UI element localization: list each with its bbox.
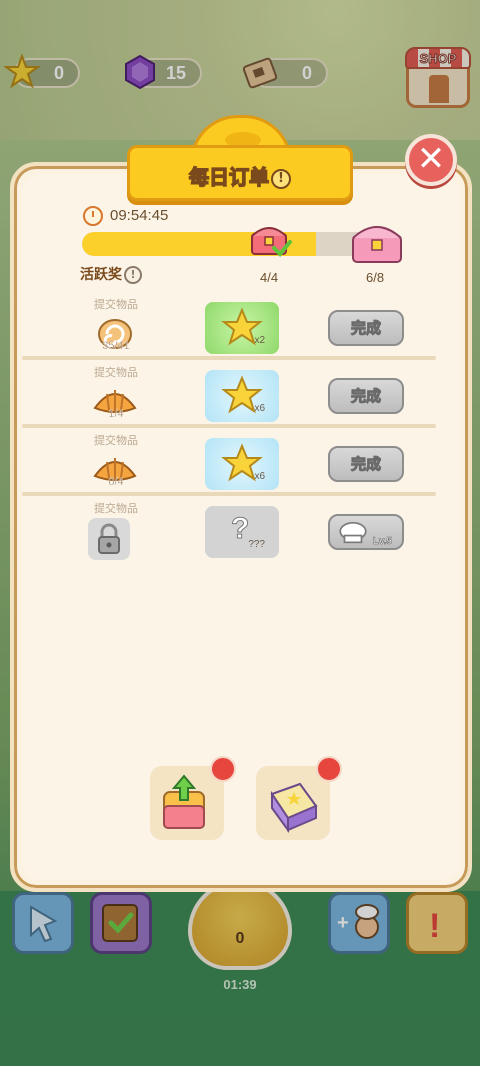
star-reward-icon — [221, 307, 263, 346]
chef-hat-icon — [339, 521, 367, 544]
row-divider — [22, 356, 436, 360]
lock-icon — [98, 523, 120, 554]
notification-dot — [210, 756, 236, 782]
star-reward-icon — [221, 443, 263, 482]
reward-qty: x2 — [254, 335, 265, 346]
info-icon[interactable]: ! — [271, 168, 291, 189]
level-lock-button[interactable]: Lv.5 — [328, 514, 404, 550]
notification-dot — [316, 756, 342, 782]
row-divider — [22, 424, 436, 428]
row-divider — [22, 492, 436, 496]
submit-label: 提交物品 — [94, 366, 138, 379]
locked-slot — [88, 518, 130, 560]
star-reward-icon — [221, 375, 263, 414]
complete-button[interactable]: 完成 — [328, 446, 404, 482]
reward-qty: x6 — [254, 471, 265, 482]
submit-label: 提交物品 — [94, 298, 138, 311]
order-row: 提交物品 0/4 x6 完成 — [22, 432, 438, 500]
order-row: 提交物品 1/4 x6 完成 — [22, 364, 438, 432]
dialog-title-text: 每日订单 — [188, 164, 270, 190]
milestone-2-label: 6/8 — [366, 270, 385, 285]
booster-star-box[interactable] — [256, 756, 342, 840]
reward-box-locked: ? ??? — [205, 506, 279, 558]
booster-refresh[interactable] — [150, 756, 236, 840]
item-count: 1/4 — [108, 408, 124, 420]
reward-qty: x6 — [254, 403, 265, 414]
reward-box: x2 — [205, 302, 279, 354]
milestone-chest-1[interactable] — [250, 222, 292, 258]
complete-button[interactable]: 完成 — [328, 378, 404, 414]
close-icon: ✕ — [416, 139, 446, 179]
submit-label: 提交物品 — [94, 502, 138, 515]
active-reward-text: 活跃奖 — [80, 267, 122, 283]
level-requirement: Lv.5 — [372, 536, 392, 548]
reward-qty: ??? — [248, 539, 265, 550]
close-button[interactable]: ✕ — [405, 134, 457, 186]
activity-progress-bar — [82, 232, 382, 256]
question-icon: ? — [230, 512, 250, 546]
order-row-locked: 提交物品 ? ??? Lv.5 — [22, 500, 438, 568]
active-reward-info-icon[interactable]: ! — [124, 266, 142, 284]
complete-button[interactable]: 完成 — [328, 310, 404, 346]
title-plate: 每日订单! — [127, 145, 353, 201]
item-count: 0/4 — [108, 476, 124, 488]
milestone-chest-2[interactable] — [349, 220, 405, 266]
clock-icon — [83, 206, 103, 226]
dialog-title: 每日订单! — [130, 161, 350, 190]
item-count: 35/41 — [102, 340, 130, 352]
milestone-1-label: 4/4 — [260, 270, 279, 285]
countdown-timer: 09:54:45 — [110, 207, 169, 224]
reward-box: x6 — [205, 438, 279, 490]
order-row: 提交物品 35/41 x2 完成 — [22, 296, 438, 364]
submit-label: 提交物品 — [94, 434, 138, 447]
active-reward-label: 活跃奖! — [80, 264, 142, 284]
reward-box: x6 — [205, 370, 279, 422]
